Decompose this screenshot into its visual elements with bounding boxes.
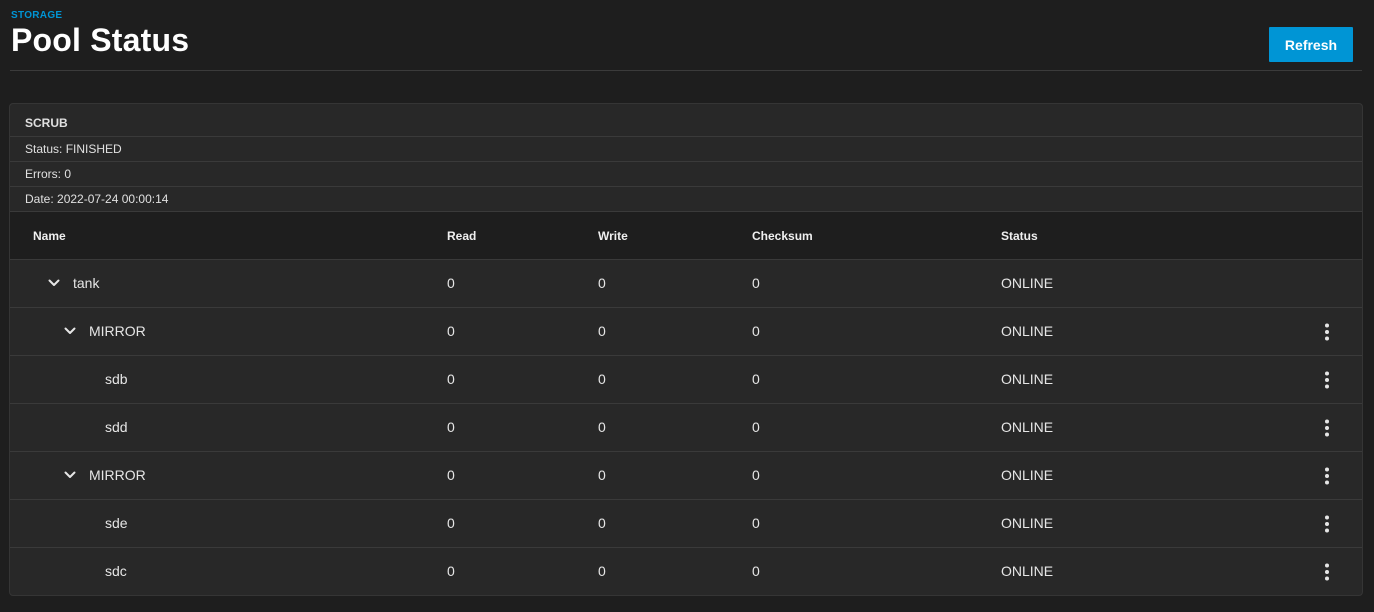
pool-status-card: SCRUB Status: FINISHED Errors: 0 Date: 2… <box>9 103 1363 596</box>
row-write: 0 <box>598 323 606 339</box>
pool-table-body: tank 0 0 0 ONLINE MIRROR 0 0 0 ONLINE sdb 0 0 0 ONLINE… <box>10 260 1362 595</box>
pool-status-page: STORAGE Pool Status Refresh SCRUB Status… <box>0 0 1374 612</box>
row-checksum: 0 <box>752 467 760 483</box>
row-write: 0 <box>598 467 606 483</box>
page-title: Pool Status <box>11 22 190 58</box>
row-read: 0 <box>447 515 455 531</box>
row-name: sde <box>105 515 128 531</box>
row-status: ONLINE <box>1001 563 1054 579</box>
column-header-status: Status <box>1001 229 1038 243</box>
row-status: ONLINE <box>1001 371 1054 387</box>
more-vertical-icon[interactable] <box>1317 512 1337 536</box>
row-checksum: 0 <box>752 275 760 291</box>
table-row[interactable]: tank 0 0 0 ONLINE <box>10 260 1362 308</box>
row-status: ONLINE <box>1001 515 1054 531</box>
more-vertical-icon[interactable] <box>1317 320 1337 344</box>
row-checksum: 0 <box>752 419 760 435</box>
row-name: sdc <box>105 563 127 579</box>
scrub-errors: Errors: 0 <box>10 162 1362 187</box>
row-write: 0 <box>598 419 606 435</box>
row-status: ONLINE <box>1001 275 1054 291</box>
row-checksum: 0 <box>752 371 760 387</box>
row-name: sdb <box>105 371 128 387</box>
table-row[interactable]: MIRROR 0 0 0 ONLINE <box>10 452 1362 500</box>
row-name: tank <box>73 275 100 291</box>
row-read: 0 <box>447 467 455 483</box>
row-checksum: 0 <box>752 563 760 579</box>
table-row[interactable]: sdc 0 0 0 ONLINE <box>10 548 1362 595</box>
row-status: ONLINE <box>1001 323 1054 339</box>
row-checksum: 0 <box>752 515 760 531</box>
row-read: 0 <box>447 563 455 579</box>
row-read: 0 <box>447 371 455 387</box>
table-header: Name Read Write Checksum Status <box>10 212 1362 260</box>
row-status: ONLINE <box>1001 419 1054 435</box>
row-checksum: 0 <box>752 323 760 339</box>
column-header-name: Name <box>33 229 66 243</box>
column-header-checksum: Checksum <box>752 229 813 243</box>
chevron-down-icon[interactable] <box>47 276 61 290</box>
more-vertical-icon[interactable] <box>1317 368 1337 392</box>
chevron-down-icon[interactable] <box>63 468 77 482</box>
scrub-status: Status: FINISHED <box>10 137 1362 162</box>
column-header-write: Write <box>598 229 628 243</box>
row-read: 0 <box>447 419 455 435</box>
row-read: 0 <box>447 323 455 339</box>
refresh-button[interactable]: Refresh <box>1269 27 1353 62</box>
breadcrumb[interactable]: STORAGE <box>11 10 62 21</box>
scrub-title: SCRUB <box>10 104 1362 137</box>
more-vertical-icon[interactable] <box>1317 416 1337 440</box>
more-vertical-icon[interactable] <box>1317 560 1337 584</box>
row-name: sdd <box>105 419 128 435</box>
column-header-read: Read <box>447 229 477 243</box>
more-vertical-icon[interactable] <box>1317 464 1337 488</box>
row-read: 0 <box>447 275 455 291</box>
row-write: 0 <box>598 515 606 531</box>
row-status: ONLINE <box>1001 467 1054 483</box>
scrub-date: Date: 2022-07-24 00:00:14 <box>10 187 1362 212</box>
chevron-down-icon[interactable] <box>63 324 77 338</box>
table-row[interactable]: MIRROR 0 0 0 ONLINE <box>10 308 1362 356</box>
table-row[interactable]: sde 0 0 0 ONLINE <box>10 500 1362 548</box>
table-row[interactable]: sdb 0 0 0 ONLINE <box>10 356 1362 404</box>
row-name: MIRROR <box>89 467 146 483</box>
table-row[interactable]: sdd 0 0 0 ONLINE <box>10 404 1362 452</box>
row-name: MIRROR <box>89 323 146 339</box>
header-divider <box>10 70 1362 71</box>
row-write: 0 <box>598 275 606 291</box>
row-write: 0 <box>598 563 606 579</box>
row-write: 0 <box>598 371 606 387</box>
